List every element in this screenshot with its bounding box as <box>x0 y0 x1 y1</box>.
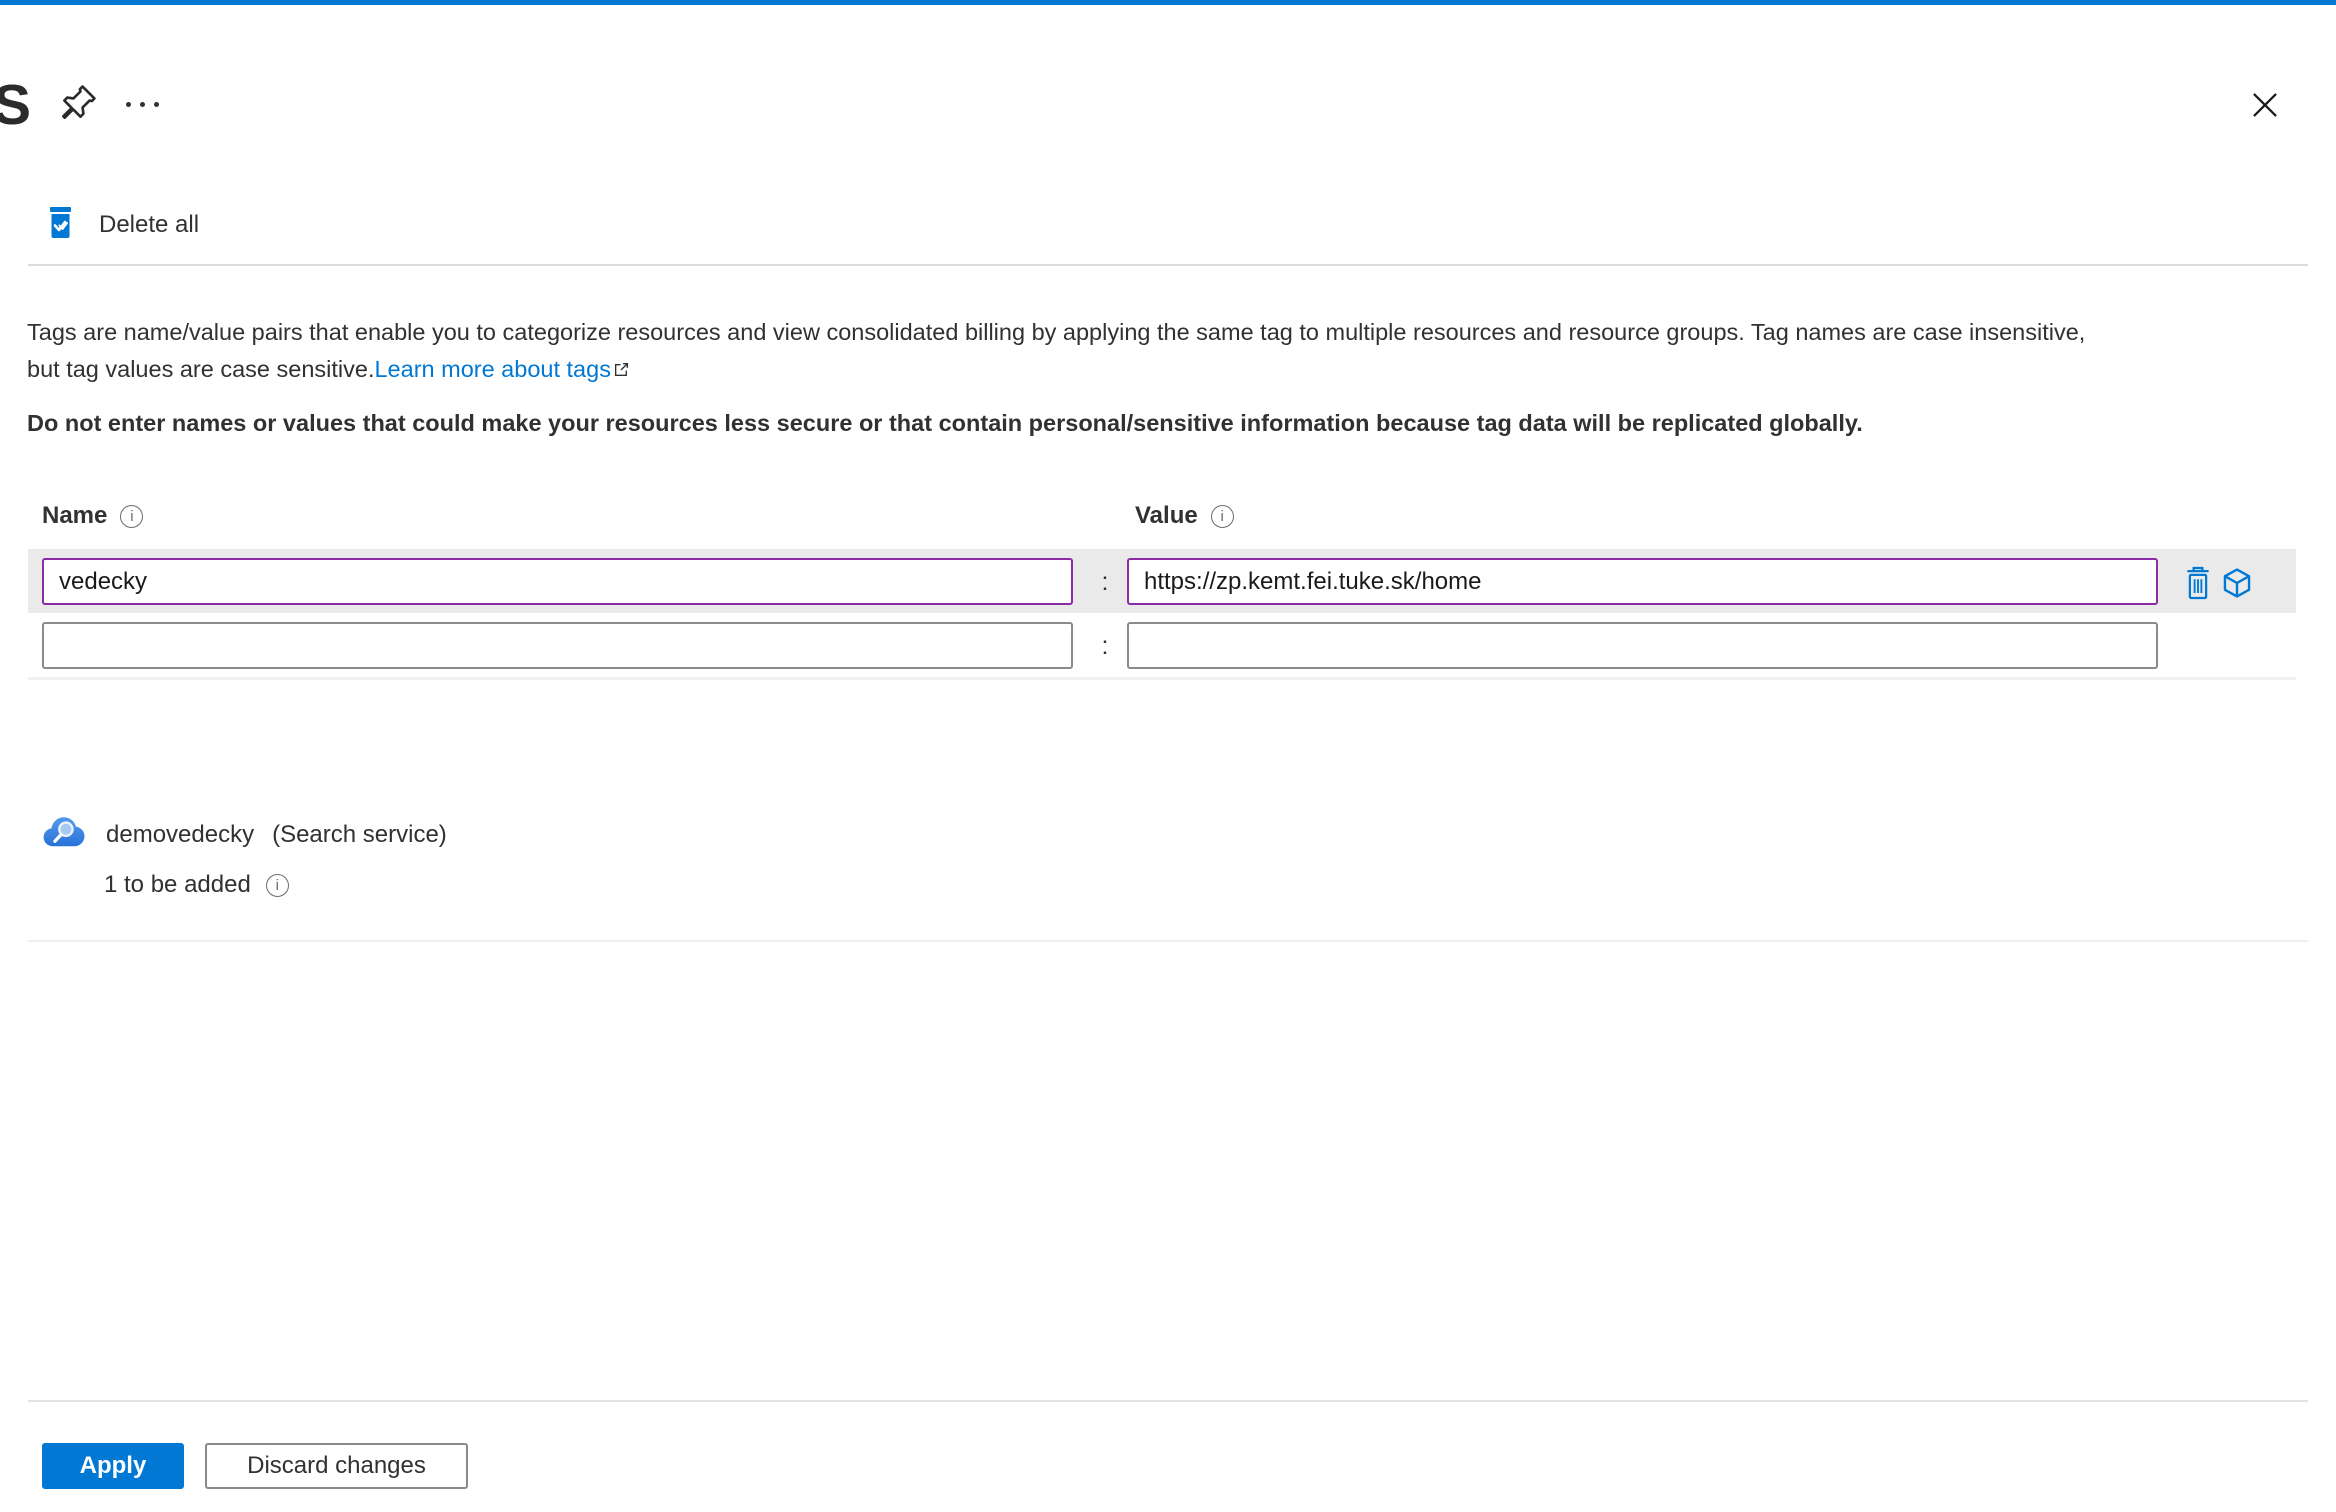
command-bar-divider <box>28 264 2308 266</box>
tag-value-input[interactable] <box>1127 558 2158 605</box>
status-info-icon[interactable]: i <box>265 873 289 897</box>
delete-all-label: Delete all <box>99 211 200 238</box>
resource-tag-status: 1 to be added <box>104 871 251 898</box>
new-tag-value-input[interactable] <box>1127 622 2158 669</box>
value-info-icon[interactable]: i <box>1210 504 1234 528</box>
pin-icon <box>57 85 99 127</box>
tag-resource-cube-button[interactable] <box>2219 565 2255 601</box>
close-icon <box>2246 92 2284 127</box>
tags-blade: S Delete all Tags are name/value pairs t… <box>0 0 2336 1512</box>
apply-button[interactable]: Apply <box>42 1443 184 1489</box>
tags-description: Tags are name/value pairs that enable yo… <box>27 314 2317 389</box>
tag-name-input[interactable] <box>42 558 1073 605</box>
discard-changes-button[interactable]: Discard changes <box>205 1443 468 1489</box>
close-blade-button[interactable] <box>2243 84 2287 128</box>
name-value-separator: : <box>1101 568 1109 596</box>
resource-name: demovedecky <box>106 820 255 848</box>
blade-accent-bar <box>0 0 2336 5</box>
trash-check-icon <box>46 206 75 244</box>
blade-title-partial: S <box>0 73 33 137</box>
description-line2: but tag values are case sensitive. <box>27 356 375 382</box>
search-service-cloud-icon <box>42 812 88 857</box>
ellipsis-icon <box>125 101 159 107</box>
delete-all-button[interactable]: Delete all <box>46 203 199 247</box>
external-link-icon <box>613 352 630 389</box>
security-warning-text: Do not enter names or values that could … <box>27 410 1863 436</box>
resource-section-divider <box>28 940 2308 942</box>
resource-type: (Search service) <box>272 820 447 848</box>
resource-summary: demovedecky (Search service) 1 to be add… <box>42 812 447 899</box>
value-column-header: Value i <box>1135 502 1234 530</box>
name-info-icon[interactable]: i <box>120 504 144 528</box>
new-tag-name-input[interactable] <box>42 622 1073 669</box>
cube-icon <box>2220 568 2254 604</box>
name-value-separator: : <box>1101 632 1109 660</box>
trash-icon <box>2183 566 2213 604</box>
pin-to-dashboard-button[interactable] <box>56 82 100 126</box>
value-header-label: Value <box>1135 502 1198 529</box>
name-header-label: Name <box>42 502 108 529</box>
description-line1: Tags are name/value pairs that enable yo… <box>27 319 2086 345</box>
learn-more-link[interactable]: Learn more about tags <box>374 356 610 382</box>
footer-divider <box>28 1400 2308 1402</box>
tag-rows-separator <box>28 677 2296 680</box>
name-column-header: Name i <box>42 502 144 530</box>
more-options-button[interactable] <box>118 86 166 122</box>
delete-tag-button[interactable] <box>2182 565 2214 601</box>
